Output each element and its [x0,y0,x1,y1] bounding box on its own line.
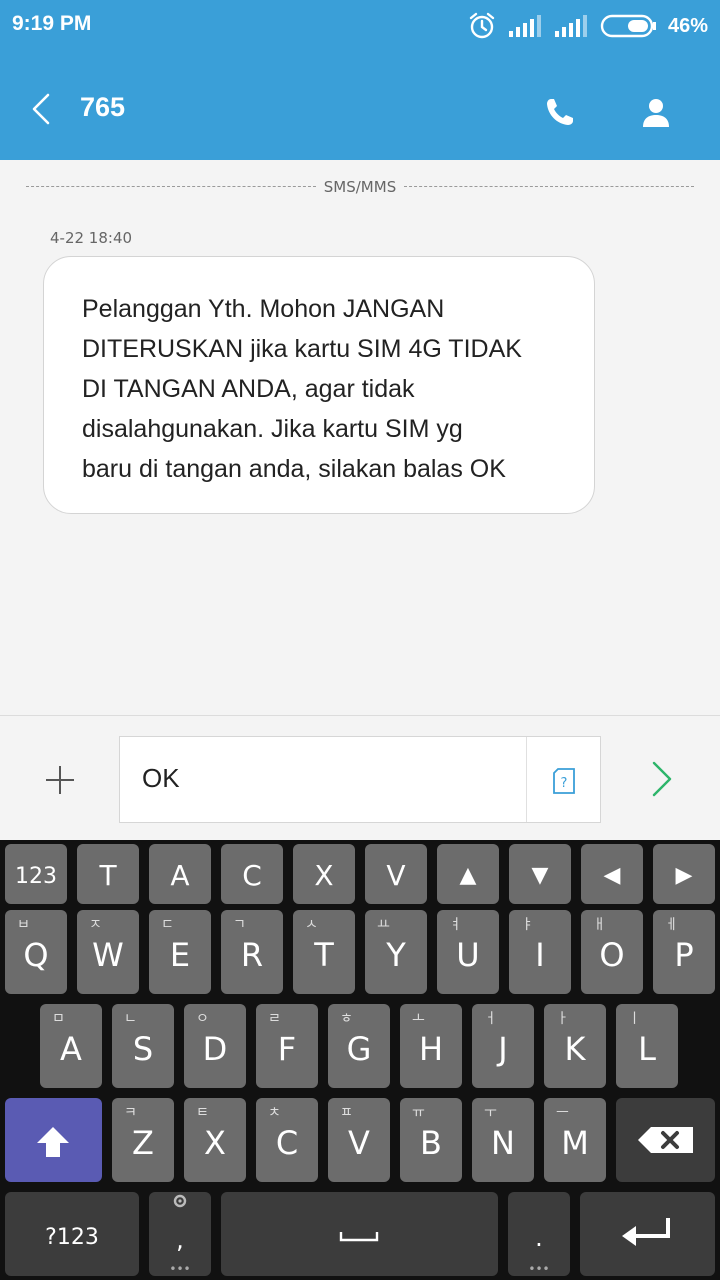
key-k[interactable]: ㅏK [544,1004,606,1088]
battery-percent: 46% [667,14,708,37]
key-j[interactable]: ㅓJ [472,1004,534,1088]
key-c[interactable]: ㅊC [256,1098,318,1182]
back-icon[interactable] [28,92,54,126]
key-m[interactable]: ㅡM [544,1098,606,1182]
key-y[interactable]: ㅛY [365,910,427,994]
compose-bar: OK ? [0,715,720,840]
key-a-top[interactable]: A [149,844,211,904]
enter-key[interactable] [580,1192,715,1276]
quick-reply-icon[interactable]: ? [553,768,575,794]
key-t[interactable]: ㅅT [293,910,355,994]
arrow-left-key[interactable]: ◀ [581,844,643,904]
key-o[interactable]: ㅐO [581,910,643,994]
alarm-icon [469,12,495,39]
key-l[interactable]: ㅣL [616,1004,678,1088]
key-b[interactable]: ㅠB [400,1098,462,1182]
key-g[interactable]: ㅎG [328,1004,390,1088]
backspace-key[interactable] [616,1098,715,1182]
enter-icon [622,1218,670,1246]
key-a[interactable]: ㅁA [40,1004,102,1088]
more-dots-icon: ••• [528,1262,550,1276]
key-c-top[interactable]: C [221,844,283,904]
plus-icon[interactable] [44,764,76,796]
key-x[interactable]: ㅌX [184,1098,246,1182]
input-separator [526,737,527,822]
arrow-up-key[interactable]: ▲ [437,844,499,904]
key-n[interactable]: ㅜN [472,1098,534,1182]
battery-icon [600,14,656,38]
message-line: DI TANGAN ANDA, agar tidak [82,375,415,403]
sms-mms-divider: SMS/MMS [26,178,694,196]
key-v[interactable]: ㅍV [328,1098,390,1182]
keyboard: 123 T A C X V ▲ ▼ ◀ ▶ ㅂQ ㅈW ㄷE ㄱR ㅅT ㅛY … [0,840,720,1280]
key-z[interactable]: ㅋZ [112,1098,174,1182]
settings-icon [173,1194,187,1208]
arrow-down-key[interactable]: ▼ [509,844,571,904]
key-x-top[interactable]: X [293,844,355,904]
symbols-key[interactable]: ?123 [5,1192,139,1276]
key-u[interactable]: ㅕU [437,910,499,994]
signal-icon [508,15,541,37]
message-line: Pelanggan Yth. Mohon JANGAN [82,295,445,323]
key-q[interactable]: ㅂQ [5,910,67,994]
message-input[interactable]: OK ? [119,736,601,823]
backspace-icon [638,1127,693,1153]
arrow-right-key[interactable]: ▶ [653,844,715,904]
message-line: baru di tangan anda, silakan balas OK [82,455,506,483]
key-h[interactable]: ㅗH [400,1004,462,1088]
top-bar: 9:19 PM 46% 765 [0,0,720,160]
key-v-top[interactable]: V [365,844,427,904]
signal-icon-2 [554,15,587,37]
phone-icon[interactable] [544,96,576,128]
key-d[interactable]: ㅇD [184,1004,246,1088]
message-timestamp: 4-22 18:40 [50,229,133,247]
divider-label: SMS/MMS [323,178,397,196]
status-bar: 9:19 PM 46% [0,0,720,52]
contact-title: 765 [80,92,126,122]
shift-icon [37,1127,69,1157]
svg-text:?: ? [561,776,568,791]
status-time: 9:19 PM [12,12,92,35]
message-input-text: OK [142,763,180,793]
period-key[interactable]: . ••• [508,1192,570,1276]
key-123[interactable]: 123 [5,844,67,904]
comma-key[interactable]: , ••• [149,1192,211,1276]
message-line: disalahgunakan. Jika kartu SIM yg [82,415,463,443]
more-dots-icon: ••• [169,1262,191,1276]
space-key[interactable] [221,1192,498,1276]
key-e[interactable]: ㄷE [149,910,211,994]
message-bubble[interactable]: Pelanggan Yth. Mohon JANGAN DITERUSKAN j… [43,256,595,514]
divider-line-right [404,186,694,187]
key-s[interactable]: ㄴS [112,1004,174,1088]
space-icon [339,1232,379,1242]
key-t-top[interactable]: T [77,844,139,904]
key-f[interactable]: ㄹF [256,1004,318,1088]
conversation-header: 765 [0,62,720,158]
divider-line-left [26,186,316,187]
message-line: DITERUSKAN jika kartu SIM 4G TIDAK [82,335,522,363]
key-w[interactable]: ㅈW [77,910,139,994]
status-icons: 46% [468,10,708,42]
key-p[interactable]: ㅔP [653,910,715,994]
key-i[interactable]: ㅑI [509,910,571,994]
shift-key[interactable] [5,1098,102,1182]
key-r[interactable]: ㄱR [221,910,283,994]
send-icon[interactable] [650,760,674,798]
contact-icon[interactable] [640,96,672,128]
